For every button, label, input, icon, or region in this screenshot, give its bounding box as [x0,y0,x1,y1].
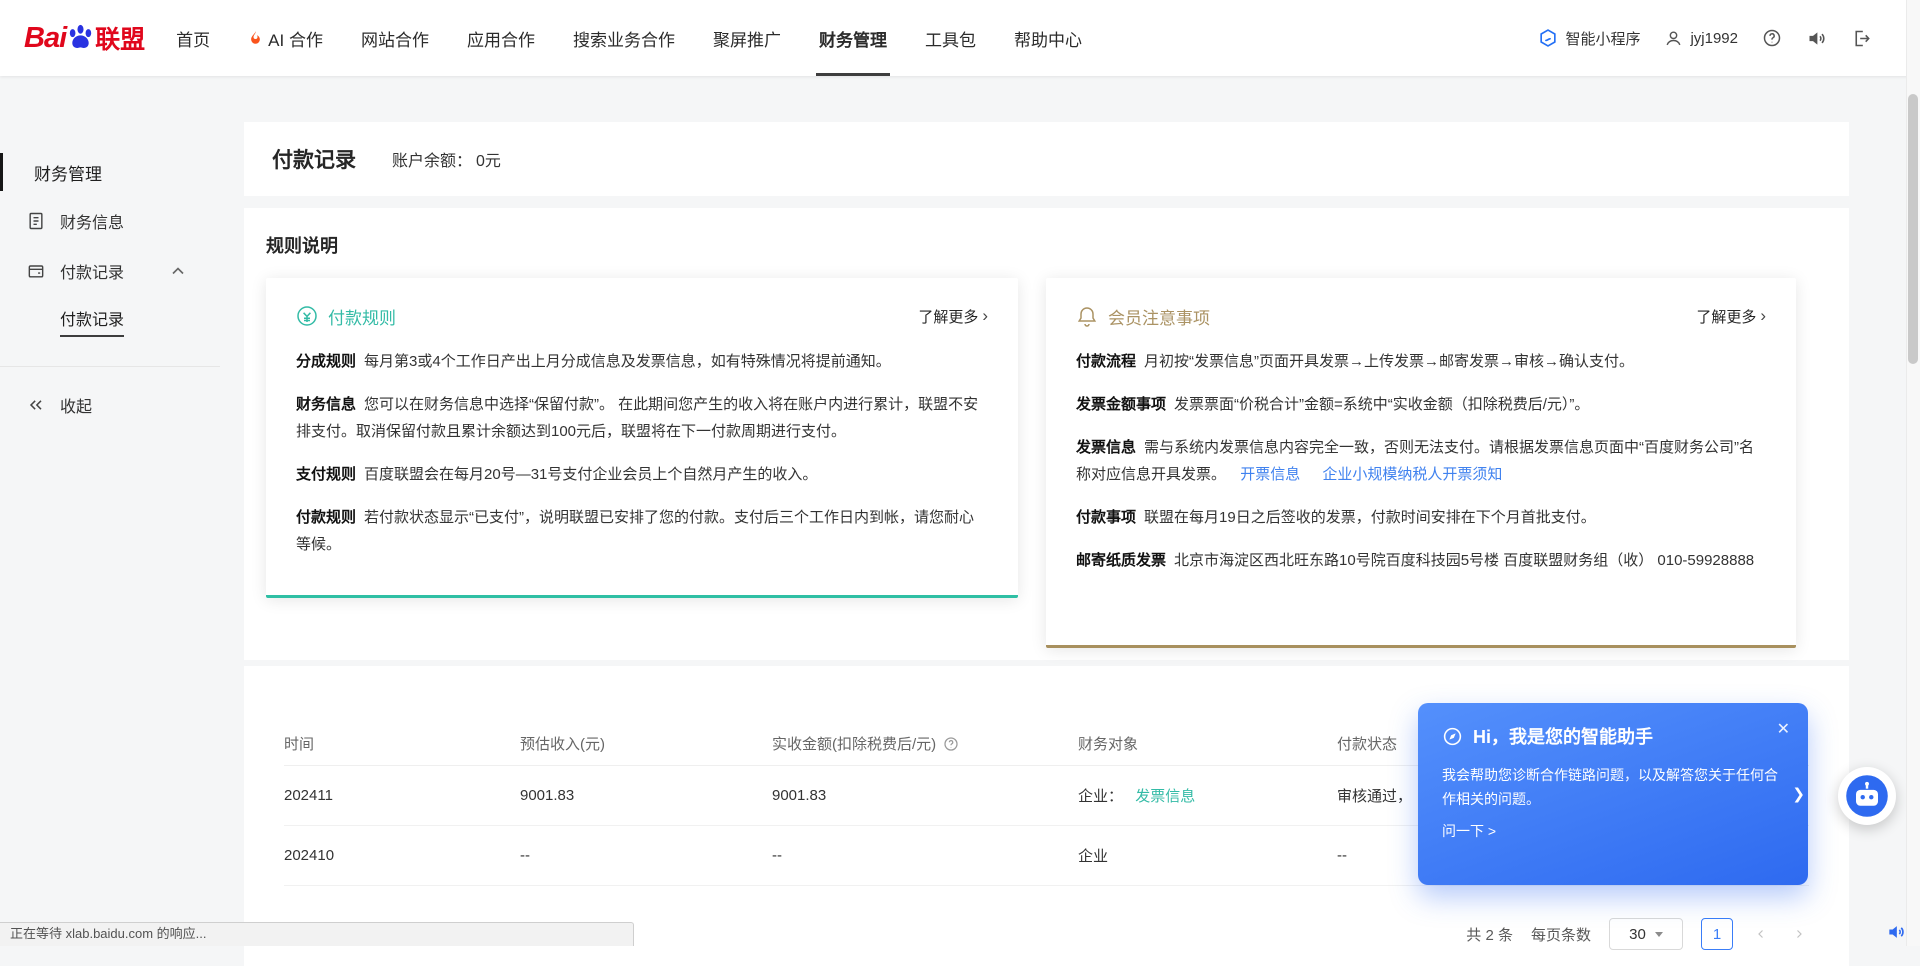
baidu-paw-icon [67,23,94,50]
assistant-message: 我会帮助您诊断合作链路问题，以及解答您关于任何合作相关的问题。 [1442,763,1784,811]
question-circle-icon[interactable] [943,736,959,752]
nav-item-screen-ads[interactable]: 聚屏推广 [694,0,800,76]
invoice-info-link[interactable]: 发票信息 [1135,788,1195,805]
per-page-select[interactable]: 30 [1609,918,1683,950]
miniprogram-entry[interactable]: 智能小程序 [1538,28,1640,49]
invoice-open-info-link[interactable]: 开票信息 [1240,466,1300,483]
rules-section-title: 规则说明 [266,232,1849,258]
page-1-button[interactable]: 1 [1701,918,1733,950]
cell-estimated: 9001.83 [520,787,772,804]
close-icon[interactable]: ✕ [1777,719,1790,739]
sidebar-item-payment-records[interactable]: 付款记录 [0,246,244,296]
note-item: 发票信息需与系统内发票信息内容完全一致，否则无法支付。请根据发票信息页面中“百度… [1076,434,1766,488]
nav-item-website-coop[interactable]: 网站合作 [342,0,448,76]
rule-item: 支付规则百度联盟会在每月20号—31号支付企业会员上个自然月产生的收入。 [296,461,988,488]
payment-rules-panel: 付款规则 了解更多 › 分成规则每月第3或4个工作日产出上月分成信息及发票信息，… [266,278,1018,598]
nav-item-help-center[interactable]: 帮助中心 [995,0,1101,76]
note-item: 付款事项联盟在每月19日之后签收的发票，付款时间安排在下个月首批支付。 [1076,504,1766,531]
member-notes-more-link[interactable]: 了解更多 › [1696,306,1766,327]
nav-item-app-coop[interactable]: 应用合作 [448,0,554,76]
cell-actual: -- [772,847,1078,864]
logo-text-union: 联盟 [95,20,145,56]
rule-item: 财务信息您可以在财务信息中选择“保留付款”。 在此期间您产生的收入将在账户内进行… [296,391,988,445]
prev-page-button[interactable] [1751,918,1771,950]
chevron-up-icon [168,261,188,281]
user-menu[interactable]: jyj1992 [1664,29,1738,48]
user-icon [1664,29,1683,48]
cell-estimated: -- [520,847,772,864]
ask-button[interactable]: 问一下 > [1442,821,1784,841]
nav-item-ai-coop[interactable]: AI 合作 [229,0,342,76]
sidebar-subitem-payment-records[interactable]: 付款记录 [0,296,244,346]
speaker-icon[interactable] [1806,28,1827,49]
username: jyj1992 [1690,30,1738,47]
total-count: 共 2 条 [1466,924,1513,945]
assistant-popup: Hi，我是您的智能助手 ✕ 我会帮助您诊断合作链路问题，以及解答您关于任何合作相… [1418,703,1808,885]
note-item: 邮寄纸质发票北京市海淀区西北旺东路10号院百度科技园5号楼 百度联盟财务组（收）… [1076,547,1766,574]
top-navbar: Bai 联盟 首页 AI 合作 网站合作 应用合作 搜索业务合作 聚屏推广 财务… [0,0,1920,76]
page-header-card: 付款记录 账户余额： 0元 [244,122,1849,196]
scrollbar-track[interactable] [1906,0,1920,946]
cell-entity: 企业： 发票信息 [1078,785,1337,806]
sidebar-title: 财务管理 [0,148,244,196]
balance-value: 0元 [476,147,501,171]
finance-info-icon [26,211,46,231]
payment-rules-title: 付款规则 [328,304,396,329]
col-header-time: 时间 [284,733,520,754]
balance-label: 账户余额： [392,147,472,171]
main-nav: 首页 AI 合作 网站合作 应用合作 搜索业务合作 聚屏推广 财务管理 工具包 … [157,0,1101,76]
note-item: 发票金额事项发票票面“价税合计”金额=系统中“实收金额（扣除税费后/元）”。 [1076,391,1766,418]
help-icon[interactable] [1762,28,1782,48]
chevron-right-icon: › [982,306,988,326]
sidebar: 财务管理 财务信息 付款记录 付款记录 收起 [0,76,244,946]
col-header-estimated-income: 预估收入(元) [520,733,772,754]
rule-item: 付款规则若付款状态显示“已支付”，说明联盟已安排了您的付款。支付后三个工作日内到… [296,504,988,558]
col-header-actual-amount: 实收金额(扣除税费后/元) [772,733,1078,754]
bell-icon [1076,305,1098,327]
next-page-button[interactable] [1789,918,1809,950]
collapse-icon [26,395,46,415]
nav-item-finance[interactable]: 财务管理 [800,0,906,76]
navbar-right: 智能小程序 jyj1992 [1538,28,1920,49]
rule-item: 分成规则每月第3或4个工作日产出上月分成信息及发票信息，如有特殊情况将提前通知。 [296,348,988,375]
assistant-robot-button[interactable] [1838,767,1896,825]
col-header-finance-entity: 财务对象 [1078,733,1337,754]
account-balance: 账户余额： 0元 [392,147,501,171]
baidu-union-logo[interactable]: Bai 联盟 [24,20,145,56]
sidebar-divider [0,366,220,367]
cell-time: 202410 [284,847,520,864]
sidebar-item-finance-info[interactable]: 财务信息 [0,196,244,246]
nav-item-home[interactable]: 首页 [157,0,229,76]
per-page-label: 每页条数 [1531,924,1591,945]
logo-text-bai: Bai [24,22,66,55]
page-title: 付款记录 [272,144,356,174]
sound-icon[interactable] [1886,922,1906,942]
nav-item-toolkit[interactable]: 工具包 [906,0,995,76]
payment-rules-more-link[interactable]: 了解更多 › [918,306,988,327]
scrollbar-thumb[interactable] [1908,94,1918,364]
member-notes-panel: 会员注意事项 了解更多 › 付款流程月初按“发票信息”页面开具发票→上传发票→邮… [1046,278,1796,648]
assistant-title: Hi，我是您的智能助手 [1473,723,1653,749]
coin-icon [296,305,318,327]
compass-icon [1442,726,1463,747]
payment-record-icon [26,261,46,281]
logout-icon[interactable] [1851,28,1872,49]
small-taxpayer-guide-link[interactable]: 企业小规模纳税人开票须知 [1322,466,1502,483]
browser-status-bar: 正在等待 xlab.baidu.com 的响应... [0,922,634,946]
fire-icon [248,30,263,47]
nav-item-search-coop[interactable]: 搜索业务合作 [554,0,694,76]
note-item: 付款流程月初按“发票信息”页面开具发票→上传发票→邮寄发票→审核→确认支付。 [1076,348,1766,375]
cell-entity: 企业 [1078,845,1337,866]
cell-actual: 9001.83 [772,787,1078,804]
rules-section: 规则说明 付款规则 了解更多 › 分成规则每月第3或4个工作日产出上月分成信息及… [244,208,1849,660]
cell-time: 202411 [284,787,520,804]
collapse-handle-icon[interactable]: ❯ [1792,785,1805,803]
member-notes-title: 会员注意事项 [1108,304,1210,329]
miniprogram-icon [1538,28,1558,48]
chevron-down-icon [1655,932,1663,937]
sidebar-collapse-button[interactable]: 收起 [0,383,244,427]
chevron-right-icon: › [1760,306,1766,326]
